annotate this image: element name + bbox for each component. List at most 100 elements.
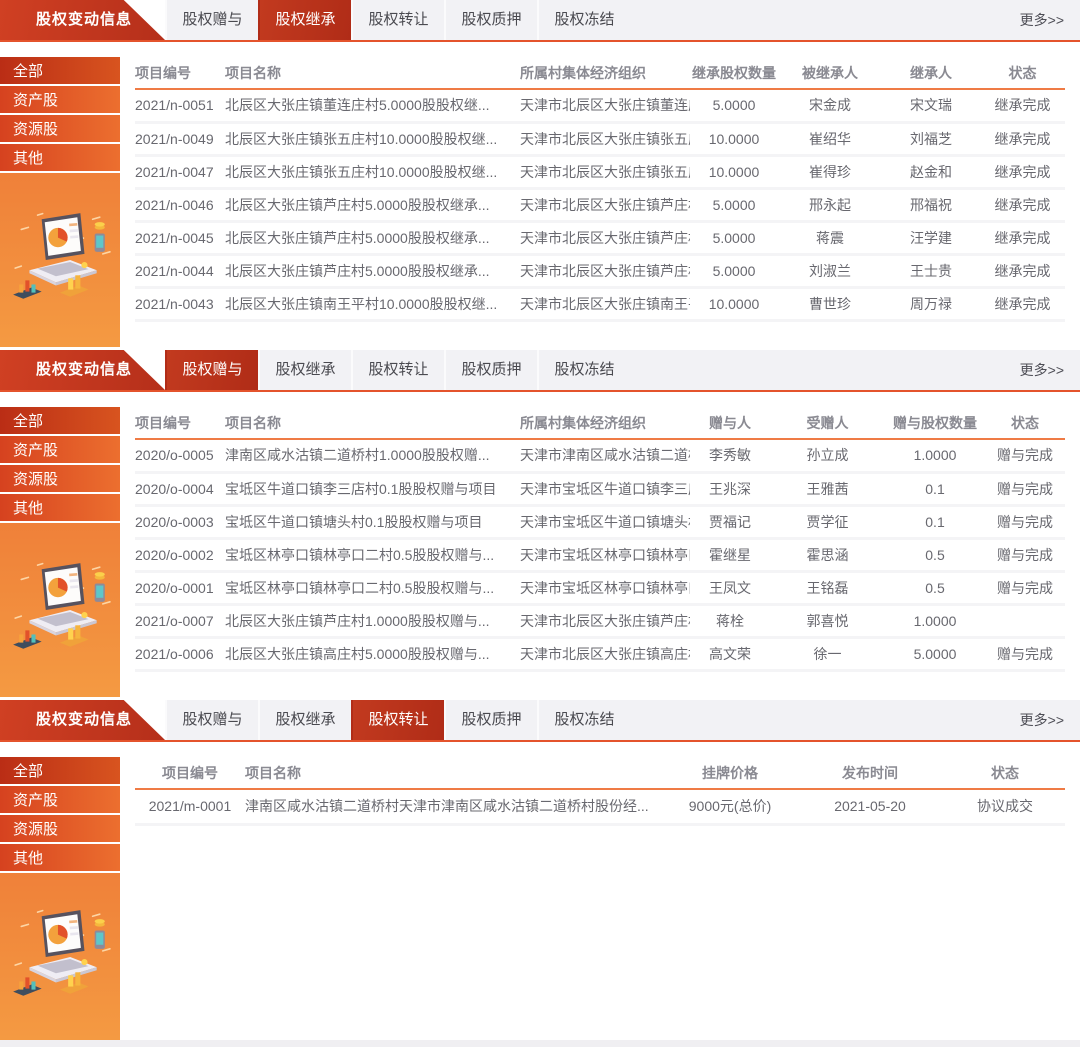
tab-freeze[interactable]: 股权冻结: [537, 350, 630, 390]
tab-gift[interactable]: 股权赠与: [165, 0, 258, 40]
table-cell: 北辰区大张庄镇张五庄村10.0000股股权继...: [225, 122, 520, 155]
section-title-label: 股权变动信息: [36, 711, 132, 728]
column-header: 状态: [945, 757, 1065, 789]
table-cell: 刘淑兰: [778, 254, 882, 287]
table-cell: 天津市北辰区大张庄镇芦庄村股份...: [520, 221, 690, 254]
table-cell: 李秀敏: [690, 439, 770, 472]
sidebar-item-resource-shares[interactable]: 资源股: [0, 815, 120, 844]
table-cell: 霍思涵: [770, 538, 885, 571]
table-cell: 10.0000: [690, 155, 778, 188]
tab-inherit[interactable]: 股权继承: [258, 350, 351, 390]
table-cell: 宋金成: [778, 89, 882, 122]
section-equity-inheritance: 股权变动信息 股权赠与股权继承股权转让股权质押股权冻结 更多>> 全部资产股资源…: [0, 0, 1080, 350]
table-cell: 1.0000: [885, 439, 985, 472]
table-row[interactable]: 2021/n-0044北辰区大张庄镇芦庄村5.0000股股权继承...天津市北辰…: [135, 254, 1065, 287]
table-row[interactable]: 2021/n-0045北辰区大张庄镇芦庄村5.0000股股权继承...天津市北辰…: [135, 221, 1065, 254]
tab-inherit[interactable]: 股权继承: [258, 700, 351, 740]
table-cell: 北辰区大张庄镇芦庄村5.0000股股权继承...: [225, 221, 520, 254]
table-row[interactable]: 2020/o-0001宝坻区林亭口镇林亭口二村0.5股股权赠与...天津市宝坻区…: [135, 571, 1065, 604]
table-row[interactable]: 2020/o-0002宝坻区林亭口镇林亭口二村0.5股股权赠与...天津市宝坻区…: [135, 538, 1065, 571]
table-cell: 津南区咸水沽镇二道桥村天津市津南区咸水沽镇二道桥村股份经...: [245, 789, 665, 824]
table-cell: 继承完成: [980, 254, 1065, 287]
sidebar-item-other[interactable]: 其他: [0, 844, 120, 873]
more-link[interactable]: 更多>>: [1020, 360, 1080, 380]
sidebar-item-asset-shares[interactable]: 资产股: [0, 786, 120, 815]
table-cell: 天津市北辰区大张庄镇高庄村股份...: [520, 637, 690, 670]
more-link[interactable]: 更多>>: [1020, 710, 1080, 730]
data-table: 项目编号项目名称所属村集体经济组织赠与人受赠人赠与股权数量状态 2020/o-0…: [135, 407, 1065, 672]
table-cell: 贾福记: [690, 505, 770, 538]
table-cell: 蒋栓: [690, 604, 770, 637]
table-row[interactable]: 2021/n-0051北辰区大张庄镇董连庄村5.0000股股权继...天津市北辰…: [135, 89, 1065, 122]
data-table: 项目编号项目名称所属村集体经济组织继承股权数量被继承人继承人状态 2021/n-…: [135, 57, 1065, 322]
table-cell: 2021/n-0045: [135, 221, 225, 254]
table-cell: 5.0000: [885, 637, 985, 670]
more-link[interactable]: 更多>>: [1020, 10, 1080, 30]
column-header: 继承人: [882, 57, 980, 89]
sidebar-item-other[interactable]: 其他: [0, 144, 120, 173]
column-header: 所属村集体经济组织: [520, 407, 690, 439]
tab-bar: 股权赠与股权继承股权转让股权质押股权冻结: [165, 350, 630, 390]
tab-pledge[interactable]: 股权质押: [444, 350, 537, 390]
sidebar-item-asset-shares[interactable]: 资产股: [0, 86, 120, 115]
table-cell: 继承完成: [980, 155, 1065, 188]
sidebar-item-asset-shares[interactable]: 资产股: [0, 436, 120, 465]
table-cell: 高文荣: [690, 637, 770, 670]
table-cell: 0.5: [885, 571, 985, 604]
tab-transfer[interactable]: 股权转让: [351, 700, 444, 740]
tab-pledge[interactable]: 股权质押: [444, 0, 537, 40]
tab-gift[interactable]: 股权赠与: [165, 350, 258, 390]
tab-freeze[interactable]: 股权冻结: [537, 0, 630, 40]
table-cell: 天津市北辰区大张庄镇董连庄村股...: [520, 89, 690, 122]
section-title: 股权变动信息: [0, 350, 165, 390]
section-body: 全部资产股资源股其他: [0, 742, 1080, 1040]
section-title-label: 股权变动信息: [36, 361, 132, 378]
table-cell: 10.0000: [690, 287, 778, 320]
table-row[interactable]: 2020/o-0004宝坻区牛道口镇李三店村0.1股股权赠与项目天津市宝坻区牛道…: [135, 472, 1065, 505]
table-cell: 0.1: [885, 505, 985, 538]
table-cell: 郭喜悦: [770, 604, 885, 637]
table-row[interactable]: 2021/m-0001津南区咸水沽镇二道桥村天津市津南区咸水沽镇二道桥村股份经.…: [135, 789, 1065, 824]
table-cell: 宝坻区林亭口镇林亭口二村0.5股股权赠与...: [225, 571, 520, 604]
sidebar-item-resource-shares[interactable]: 资源股: [0, 465, 120, 494]
table-row[interactable]: 2021/n-0043北辰区大张庄镇南王平村10.0000股股权继...天津市北…: [135, 287, 1065, 320]
table-cell: 10.0000: [690, 122, 778, 155]
table-cell: 0.5: [885, 538, 985, 571]
table-row[interactable]: 2021/n-0046北辰区大张庄镇芦庄村5.0000股股权继承...天津市北辰…: [135, 188, 1065, 221]
table-cell: 北辰区大张庄镇南王平村10.0000股股权继...: [225, 287, 520, 320]
tab-gift[interactable]: 股权赠与: [165, 700, 258, 740]
column-header: 挂牌价格: [665, 757, 795, 789]
tab-transfer[interactable]: 股权转让: [351, 0, 444, 40]
tab-freeze[interactable]: 股权冻结: [537, 700, 630, 740]
table-cell: 5.0000: [690, 221, 778, 254]
sidebar-item-other[interactable]: 其他: [0, 494, 120, 523]
tab-pledge[interactable]: 股权质押: [444, 700, 537, 740]
section-body: 全部资产股资源股其他: [0, 42, 1080, 350]
section-body: 全部资产股资源股其他: [0, 392, 1080, 700]
tab-transfer[interactable]: 股权转让: [351, 350, 444, 390]
banner-ribbon: 股权变动信息: [0, 350, 165, 390]
data-table: 项目编号项目名称挂牌价格发布时间状态 2021/m-0001津南区咸水沽镇二道桥…: [135, 757, 1065, 826]
table-row[interactable]: 2020/o-0005津南区咸水沽镇二道桥村1.0000股股权赠...天津市津南…: [135, 439, 1065, 472]
table-cell: 2020/o-0004: [135, 472, 225, 505]
table-cell: 赠与完成: [985, 637, 1065, 670]
table-cell: 北辰区大张庄镇芦庄村5.0000股股权继承...: [225, 254, 520, 287]
column-header: 项目名称: [245, 757, 665, 789]
category-list: 全部资产股资源股其他: [0, 57, 120, 173]
table-row[interactable]: 2021/n-0049北辰区大张庄镇张五庄村10.0000股股权继...天津市北…: [135, 122, 1065, 155]
table-row[interactable]: 2020/o-0003宝坻区牛道口镇塘头村0.1股股权赠与项目天津市宝坻区牛道口…: [135, 505, 1065, 538]
sidebar-item-all[interactable]: 全部: [0, 407, 120, 436]
table-row[interactable]: 2021/n-0047北辰区大张庄镇张五庄村10.0000股股权继...天津市北…: [135, 155, 1065, 188]
table-cell: 王凤文: [690, 571, 770, 604]
data-table-wrap: 项目编号项目名称所属村集体经济组织继承股权数量被继承人继承人状态 2021/n-…: [120, 57, 1080, 350]
table-cell: 北辰区大张庄镇芦庄村1.0000股股权赠与...: [225, 604, 520, 637]
sidebar-item-resource-shares[interactable]: 资源股: [0, 115, 120, 144]
column-header: 继承股权数量: [690, 57, 778, 89]
table-cell: 赠与完成: [985, 505, 1065, 538]
tab-inherit[interactable]: 股权继承: [258, 0, 351, 40]
sidebar-item-all[interactable]: 全部: [0, 757, 120, 786]
sidebar-item-all[interactable]: 全部: [0, 57, 120, 86]
table-row[interactable]: 2021/o-0006北辰区大张庄镇高庄村5.0000股股权赠与...天津市北辰…: [135, 637, 1065, 670]
table-row[interactable]: 2021/o-0007北辰区大张庄镇芦庄村1.0000股股权赠与...天津市北辰…: [135, 604, 1065, 637]
table-cell: 崔绍华: [778, 122, 882, 155]
